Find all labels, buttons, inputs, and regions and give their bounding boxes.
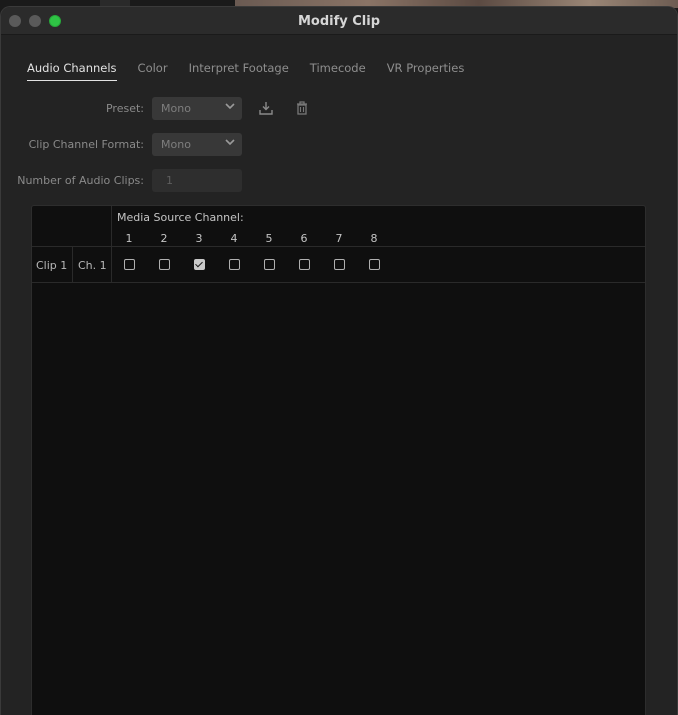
channel-number: 7	[335, 232, 343, 245]
channel-5-checkbox[interactable]	[264, 259, 275, 270]
trash-icon[interactable]	[293, 99, 311, 117]
tab-interpret-footage[interactable]: Interpret Footage	[189, 61, 289, 81]
number-of-audio-clips-label: Number of Audio Clips:	[17, 174, 144, 187]
tab-vr-properties[interactable]: VR Properties	[387, 61, 465, 81]
clip-channel-format-label: Clip Channel Format:	[28, 138, 144, 151]
window-title: Modify Clip	[297, 14, 381, 29]
channel-8-checkbox[interactable]	[369, 259, 380, 270]
tab-bar: Audio Channels Color Interpret Footage T…	[27, 61, 485, 81]
clip-channel-format-value: Mono	[161, 138, 191, 151]
title-bar[interactable]: Modify Clip	[1, 7, 677, 35]
dialog-content: Audio Channels Color Interpret Footage T…	[1, 35, 677, 715]
preset-row: Preset:	[1, 97, 144, 121]
modify-clip-dialog: Modify Clip Audio Channels Color Interpr…	[0, 6, 678, 715]
save-preset-icon[interactable]	[257, 99, 275, 117]
channel-2-checkbox[interactable]	[159, 259, 170, 270]
chevron-down-icon	[225, 139, 235, 146]
channel-4-checkbox[interactable]	[229, 259, 240, 270]
preset-select[interactable]: Mono	[152, 97, 242, 120]
grid-divider	[72, 247, 73, 283]
tab-audio-channels[interactable]: Audio Channels	[27, 61, 117, 81]
grid-divider	[32, 282, 645, 283]
clip-channel-label: Ch. 1	[78, 259, 107, 272]
grid-divider	[111, 206, 112, 283]
channel-number: 3	[195, 232, 203, 245]
channel-number: 1	[125, 232, 133, 245]
chevron-down-icon	[225, 103, 235, 110]
clip-channel-format-select[interactable]: Mono	[152, 133, 242, 156]
media-source-channel-header: Media Source Channel:	[117, 211, 244, 224]
channel-number: 5	[265, 232, 273, 245]
channel-7-checkbox[interactable]	[334, 259, 345, 270]
preset-label: Preset:	[105, 102, 144, 115]
grid-divider	[32, 246, 645, 247]
channel-assignment-grid: Media Source Channel: 1 2 3 4 5 6 7 8 Cl…	[31, 205, 646, 715]
number-of-audio-clips-input[interactable]: 1	[152, 169, 242, 192]
tab-color[interactable]: Color	[138, 61, 168, 81]
number-of-audio-clips-row: Number of Audio Clips:	[1, 169, 144, 193]
channel-number: 2	[160, 232, 168, 245]
channel-3-checkbox[interactable]	[194, 259, 205, 270]
channel-number: 6	[300, 232, 308, 245]
channel-number: 4	[230, 232, 238, 245]
tab-timecode[interactable]: Timecode	[310, 61, 366, 81]
channel-1-checkbox[interactable]	[124, 259, 135, 270]
clip-row-label: Clip 1	[36, 259, 68, 272]
channel-number: 8	[370, 232, 378, 245]
channel-6-checkbox[interactable]	[299, 259, 310, 270]
clip-channel-format-row: Clip Channel Format:	[1, 133, 144, 157]
preset-select-value: Mono	[161, 102, 191, 115]
